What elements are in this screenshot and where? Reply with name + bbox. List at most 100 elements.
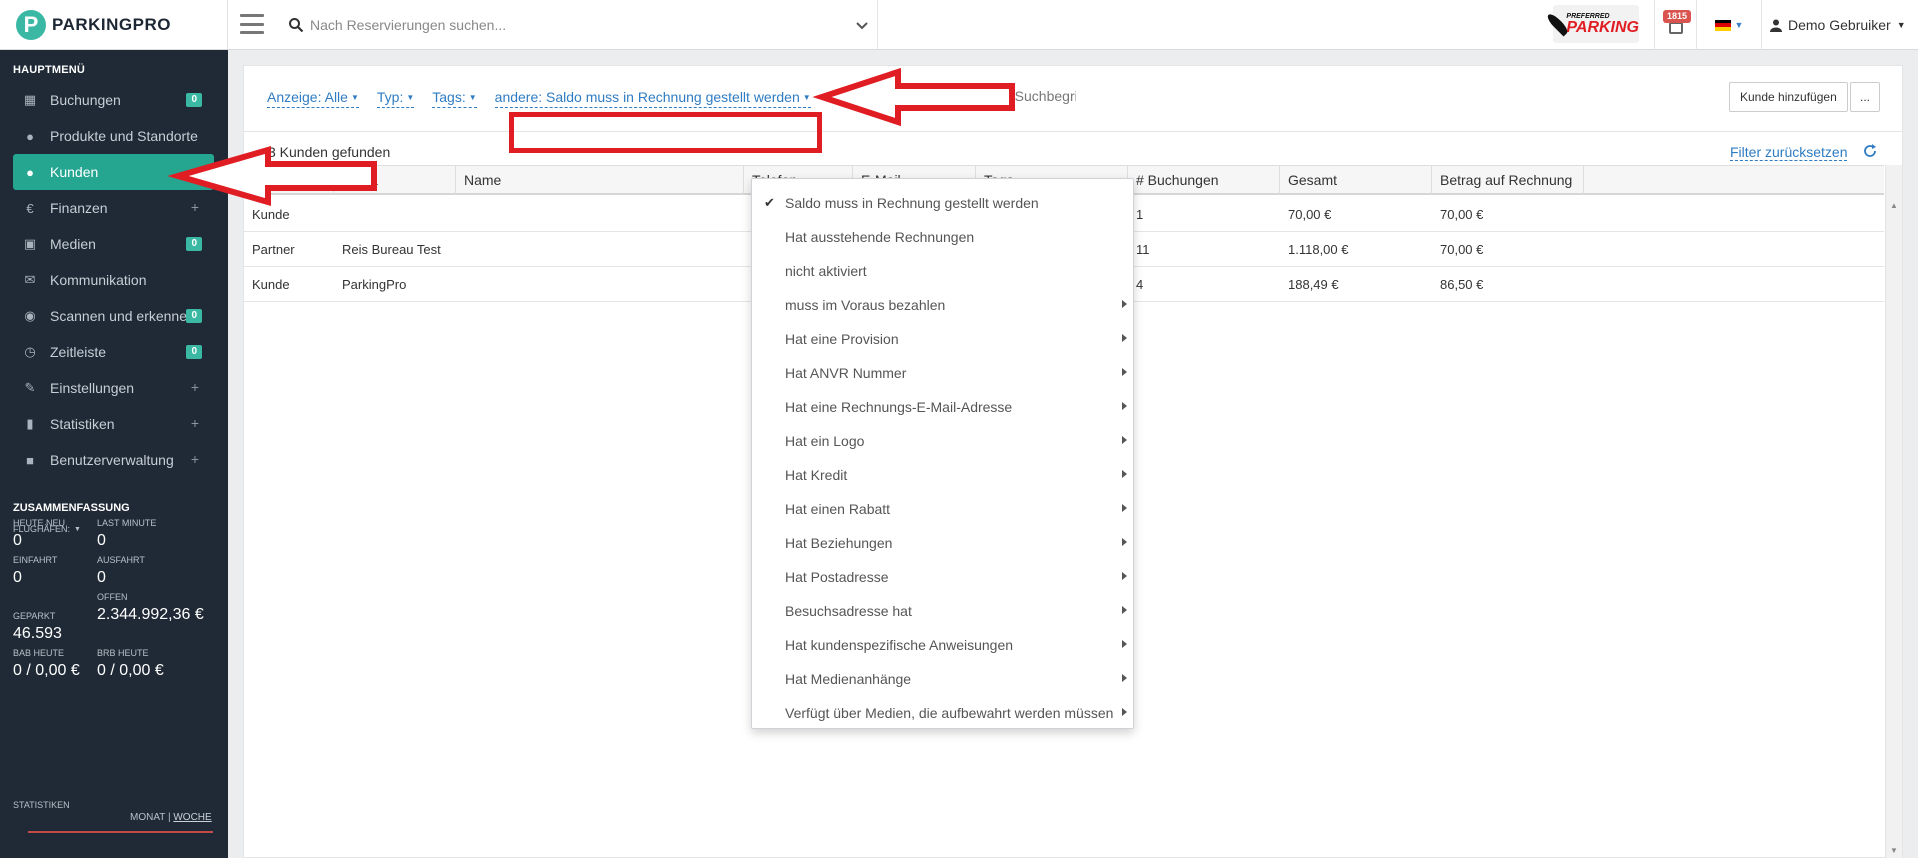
submenu-arrow-icon	[1122, 436, 1127, 444]
language-selector[interactable]: ▼	[1696, 0, 1762, 50]
period-week[interactable]: WOCHE	[173, 812, 211, 823]
stat-label: GEPARKT	[13, 611, 56, 621]
column-header[interactable]: # Buchungen	[1128, 166, 1280, 194]
sidebar-item-finanzen[interactable]: € Finanzen +	[0, 190, 228, 226]
period-month[interactable]: MONAT	[130, 812, 165, 823]
chevron-down-icon[interactable]	[847, 17, 877, 33]
table-cell: 70,00 €	[1440, 206, 1484, 222]
add-customer-button[interactable]: Kunde hinzufügen	[1729, 82, 1848, 112]
caret-down-icon: ▼	[802, 93, 811, 103]
reset-filter-link[interactable]: Filter zurücksetzen	[1730, 144, 1848, 161]
column-header[interactable]: Firma	[334, 166, 456, 194]
table-cell	[456, 197, 744, 231]
table-cell: 70,00 €	[1288, 206, 1332, 222]
filter-option[interactable]: Hat eine Provision	[752, 322, 1133, 356]
expand-plus-icon[interactable]: +	[191, 451, 199, 467]
filter-option[interactable]: muss im Voraus bezahlen	[752, 288, 1133, 322]
sidebar-item-medien[interactable]: ▣ Medien 0	[0, 226, 228, 262]
type-filter[interactable]: Typ: ▼	[376, 88, 415, 109]
table-cell	[334, 197, 456, 231]
sidebar: HAUPTMENÜ ▦ Buchungen 0 ● Produkte und Stand…	[0, 50, 228, 858]
envelope-icon: ✉	[24, 272, 36, 287]
submenu-arrow-icon	[1122, 368, 1127, 376]
filter-option[interactable]: nicht aktiviert	[752, 254, 1133, 288]
filter-option[interactable]: Hat eine Rechnungs-E-Mail-Adresse	[752, 390, 1133, 424]
filter-option[interactable]: Hat Postadresse	[752, 560, 1133, 594]
sidebar-item-statistiken[interactable]: ▮ Statistiken +	[0, 406, 228, 442]
summary-stat: HEUTE NEU 0	[13, 518, 65, 552]
expand-plus-icon[interactable]: +	[191, 379, 199, 395]
filter-option-label: Verfügt über Medien, die aufbewahrt werd…	[785, 705, 1114, 721]
sidebar-item-produkte-und-standorte[interactable]: ● Produkte und Standorte	[0, 118, 228, 154]
filter-option-label: Besuchsadresse hat	[785, 603, 912, 619]
table-cell: Partner	[252, 241, 295, 257]
menu-toggle-icon[interactable]	[238, 12, 266, 36]
filter-option[interactable]: Hat ANVR Nummer	[752, 356, 1133, 390]
scroll-down-icon[interactable]: ▼	[1890, 846, 1898, 855]
summary-stat: BRB HEUTE 0 / 0,00 €	[97, 648, 164, 682]
scroll-up-icon[interactable]: ▲	[1890, 201, 1898, 210]
filter-option[interactable]: ✔ Saldo muss in Rechnung gestellt werden	[752, 186, 1133, 220]
filter-option-label: Hat eine Rechnungs-E-Mail-Adresse	[785, 399, 1013, 415]
filter-option[interactable]: Besuchsadresse hat	[752, 594, 1133, 628]
notifications-button[interactable]: 1815	[1654, 0, 1696, 50]
bar-chart-icon: ▮	[26, 416, 34, 431]
filter-option[interactable]: Verfügt über Medien, die aufbewahrt werd…	[752, 696, 1133, 730]
sidebar-item-buchungen[interactable]: ▦ Buchungen 0	[0, 82, 228, 118]
filter-option[interactable]: Hat Beziehungen	[752, 526, 1133, 560]
sidebar-item-benutzerverwaltung[interactable]: ■ Benutzerverwaltung +	[0, 442, 228, 478]
filter-option[interactable]: Hat Medienanhänge	[752, 662, 1133, 696]
stat-label: BRB HEUTE	[97, 648, 149, 658]
sidebar-item-scannen-und-erkennen[interactable]: ◉ Scannen und erkennen 0	[0, 298, 228, 334]
sidebar-item-kommunikation[interactable]: ✉ Kommunikation	[0, 262, 228, 298]
filter-option-label: Hat einen Rabatt	[785, 501, 891, 517]
stat-label: EINFAHRT	[13, 555, 58, 565]
caret-down-icon: ▼	[1734, 20, 1744, 30]
inbox-icon	[1669, 22, 1683, 34]
reservation-search-input[interactable]	[310, 17, 847, 33]
sidebar-item-zeitleiste[interactable]: ◷ Zeitleiste 0	[0, 334, 228, 370]
sidebar-item-label: Medien	[50, 236, 96, 252]
filter-option[interactable]: Hat einen Rabatt	[752, 492, 1133, 526]
stat-value: 0 / 0,00 €	[13, 662, 80, 679]
more-actions-button[interactable]: ...	[1850, 82, 1880, 112]
sidebar-item-label: Buchungen	[50, 92, 121, 108]
filter-option[interactable]: Hat kundenspezifische Anweisungen	[752, 628, 1133, 662]
vertical-scrollbar[interactable]: ▲ ▼	[1885, 165, 1902, 858]
tags-filter[interactable]: Tags: ▼	[432, 88, 477, 109]
filter-option[interactable]: Hat ausstehende Rechnungen	[752, 220, 1133, 254]
table-cell	[456, 232, 744, 266]
column-header[interactable]: Typ	[244, 166, 334, 194]
customers-panel: Anzeige: Alle ▼ Typ: ▼ Tags: ▼ andere: Sald…	[243, 65, 1903, 858]
period-separator: |	[167, 812, 171, 823]
sidebar-item-kunden[interactable]: ● Kunden	[13, 154, 214, 190]
other-filter[interactable]: andere: Saldo muss in Rechnung gestellt …	[494, 88, 811, 109]
expand-plus-icon[interactable]: +	[191, 199, 199, 215]
stat-label: OFFEN	[97, 592, 128, 602]
refresh-icon[interactable]	[1862, 143, 1878, 159]
app-logo[interactable]: P PARKINGPRO	[0, 0, 228, 50]
count-badge: 0	[186, 345, 202, 359]
display-filter[interactable]: Anzeige: Alle ▼	[267, 88, 359, 109]
column-header[interactable]: Gesamt	[1280, 166, 1432, 194]
table-cell: Reis Bureau Test	[342, 241, 441, 257]
table-cell	[456, 267, 744, 301]
other-filter-label: andere: Saldo muss in Rechnung gestellt …	[494, 89, 800, 105]
column-header[interactable]: Name	[456, 166, 744, 194]
filter-option-label: Hat ANVR Nummer	[785, 365, 907, 381]
submenu-arrow-icon	[1122, 300, 1127, 308]
filter-option[interactable]: Hat Kredit	[752, 458, 1133, 492]
sidebar-item-einstellungen[interactable]: ✎ Einstellungen +	[0, 370, 228, 406]
user-menu[interactable]: Demo Gebruiker ▼	[1770, 0, 1906, 50]
reservation-search	[280, 0, 878, 50]
filter-option-label: Hat ein Logo	[785, 433, 865, 449]
stat-value: 46.593	[13, 625, 62, 642]
column-header[interactable]: Betrag auf Rechnung	[1432, 166, 1584, 194]
caret-down-icon: ▼	[406, 93, 415, 103]
expand-plus-icon[interactable]: +	[191, 415, 199, 431]
map-marker-icon: ●	[26, 128, 34, 144]
search-filter-input[interactable]	[906, 88, 1077, 104]
search-filter-label: Suche:	[855, 88, 899, 104]
filter-option[interactable]: Hat ein Logo	[752, 424, 1133, 458]
submenu-arrow-icon	[1122, 538, 1127, 546]
